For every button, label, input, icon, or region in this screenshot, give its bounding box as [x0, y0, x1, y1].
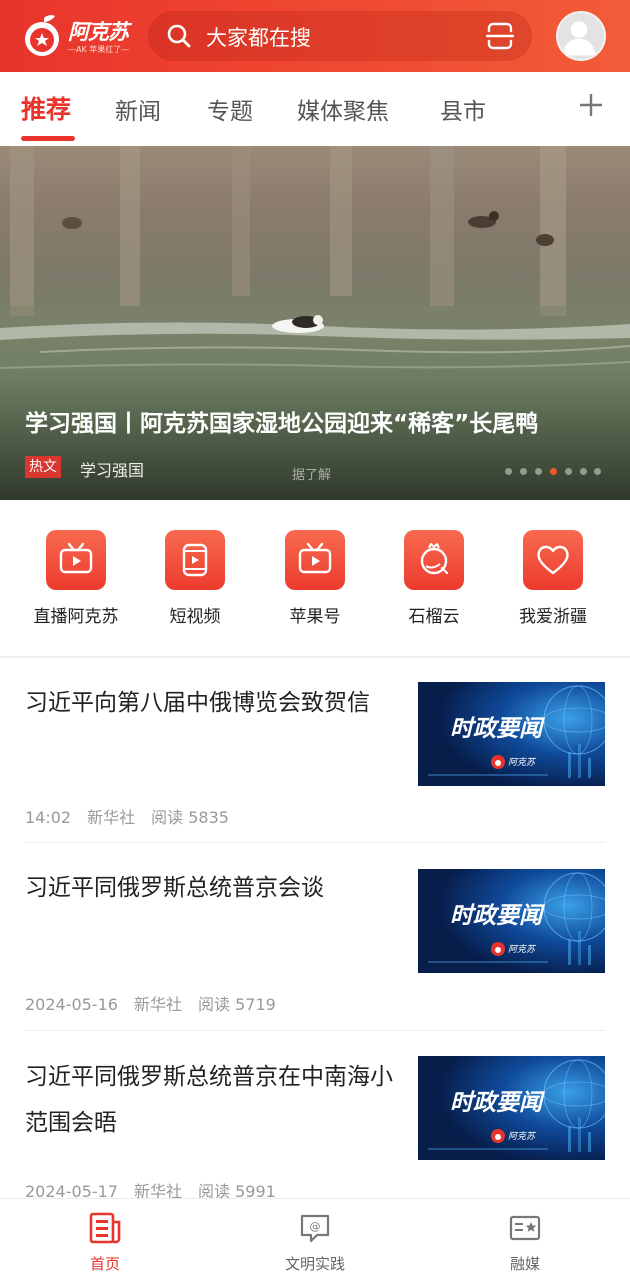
tab-news[interactable]: 新闻: [115, 92, 161, 126]
nav-media[interactable]: 融媒: [465, 1209, 585, 1275]
carousel-dot[interactable]: [520, 468, 527, 475]
tab-recommend[interactable]: 推荐: [21, 90, 71, 126]
tv-icon: [285, 530, 345, 590]
news-title[interactable]: 习近平同俄罗斯总统普京在中南海小范围会晤: [25, 1054, 395, 1146]
entry-pomegranate-cloud[interactable]: 石榴云: [379, 530, 489, 630]
entry-live-aksu[interactable]: 直播阿克苏: [21, 530, 131, 630]
nav-label: 首页: [89, 1255, 120, 1273]
hero-banner[interactable]: 学习强国丨阿克苏国家湿地公园迎来“稀客”长尾鸭 热文 学习强国 据了解: [0, 146, 630, 500]
entry-label: 苹果号: [289, 607, 341, 627]
nav-label: 融媒: [509, 1255, 540, 1273]
carousel-dot[interactable]: [505, 468, 512, 475]
news-thumbnail[interactable]: 时政要闻 阿克苏: [418, 869, 605, 973]
news-separator: [25, 1030, 605, 1031]
media-card-icon: [509, 1215, 541, 1241]
news-separator: [25, 842, 605, 843]
tab-topics[interactable]: 专题: [207, 92, 253, 126]
chat-at-icon: @: [300, 1214, 330, 1243]
tv-icon: [46, 530, 106, 590]
carousel-dot[interactable]: [594, 468, 601, 475]
tab-counties[interactable]: 县市: [440, 92, 486, 126]
entry-label: 我爱浙疆: [519, 607, 587, 627]
section-divider: [0, 656, 630, 658]
news-thumbnail[interactable]: 时政要闻 阿克苏: [418, 1056, 605, 1160]
search-bar[interactable]: 大家都在搜: [148, 11, 532, 61]
nav-home[interactable]: 首页: [45, 1209, 165, 1275]
thumb-logo-text: 阿克苏: [508, 944, 537, 955]
carousel-dot[interactable]: [565, 468, 572, 475]
news-source: 新华社: [87, 808, 136, 827]
entry-short-video[interactable]: 短视频: [140, 530, 250, 630]
search-placeholder: 大家都在搜: [206, 26, 311, 50]
apple-logo-icon: [25, 15, 59, 56]
banner-faded-text: 据了解: [292, 468, 332, 483]
hot-article-badge: 热文: [25, 456, 61, 478]
search-icon: [167, 24, 191, 48]
logo-subtext: —AK 苹果红了—: [68, 45, 130, 54]
quick-entry-grid: 直播阿克苏 短视频 苹果号 石榴云 我爱浙疆: [0, 500, 630, 656]
news-title[interactable]: 习近平同俄罗斯总统普京会谈: [25, 865, 395, 911]
user-avatar[interactable]: [556, 11, 606, 61]
scan-icon[interactable]: [486, 22, 514, 50]
banner-title[interactable]: 学习强国丨阿克苏国家湿地公园迎来“稀客”长尾鸭: [25, 404, 538, 438]
news-reads: 阅读 5835: [151, 808, 229, 827]
news-thumbnail[interactable]: 时政要闻 阿克苏: [418, 682, 605, 786]
thumb-logo-text: 阿克苏: [508, 1131, 537, 1142]
nav-label: 文明实践: [284, 1255, 345, 1273]
news-home-icon: [89, 1212, 121, 1244]
thumb-headline: 时政要闻: [450, 716, 546, 742]
carousel-dot[interactable]: [535, 468, 542, 475]
svg-text:@: @: [310, 1220, 321, 1233]
politics-news-graphic: 时政要闻 阿克苏: [418, 869, 605, 973]
active-tab-indicator: [21, 136, 75, 141]
entry-label: 直播阿克苏: [33, 607, 119, 627]
news-time: 14:02: [25, 808, 72, 827]
heart-icon: [523, 530, 583, 590]
thumb-logo-text: 阿克苏: [508, 757, 537, 768]
news-reads: 阅读 5719: [198, 995, 276, 1014]
pomegranate-icon: [404, 530, 464, 590]
thumb-headline: 时政要闻: [450, 903, 546, 929]
carousel-dot-active[interactable]: [550, 468, 557, 475]
news-time: 2024-05-16: [25, 995, 118, 1014]
entry-love-zhejiang-xinjiang[interactable]: 我爱浙疆: [498, 530, 608, 630]
entry-label: 短视频: [169, 607, 221, 627]
app-logo[interactable]: 阿克苏 —AK 苹果红了—: [22, 12, 132, 60]
politics-news-graphic: 时政要闻 阿克苏: [418, 1056, 605, 1160]
top-header: 阿克苏 —AK 苹果红了— 大家都在搜: [0, 0, 630, 72]
entry-apple-account[interactable]: 苹果号: [260, 530, 370, 630]
tab-media-focus[interactable]: 媒体聚焦: [297, 92, 389, 126]
carousel-dot[interactable]: [580, 468, 587, 475]
add-channel-icon[interactable]: [576, 90, 606, 120]
bottom-navigation: 首页 @ 文明实践 融媒: [0, 1198, 630, 1280]
carousel-indicator: [505, 468, 601, 476]
news-meta: 2024-05-16 新华社 阅读 5719: [25, 991, 292, 1015]
nav-civilization-practice[interactable]: @ 文明实践: [255, 1209, 375, 1275]
user-avatar-icon: [562, 21, 596, 56]
thumb-headline: 时政要闻: [450, 1090, 546, 1116]
news-source: 新华社: [133, 995, 182, 1014]
channel-tabs: 推荐 新闻 专题 媒体聚焦 县市: [0, 72, 630, 146]
logo-text: 阿克苏: [68, 19, 129, 44]
entry-label: 石榴云: [408, 607, 460, 627]
politics-news-graphic: 时政要闻 阿克苏: [418, 682, 605, 786]
news-title[interactable]: 习近平向第八届中俄博览会致贺信: [25, 680, 395, 726]
banner-source: 学习强国: [80, 461, 145, 480]
video-play-icon: [165, 530, 225, 590]
news-meta: 14:02 新华社 阅读 5835: [25, 804, 245, 828]
